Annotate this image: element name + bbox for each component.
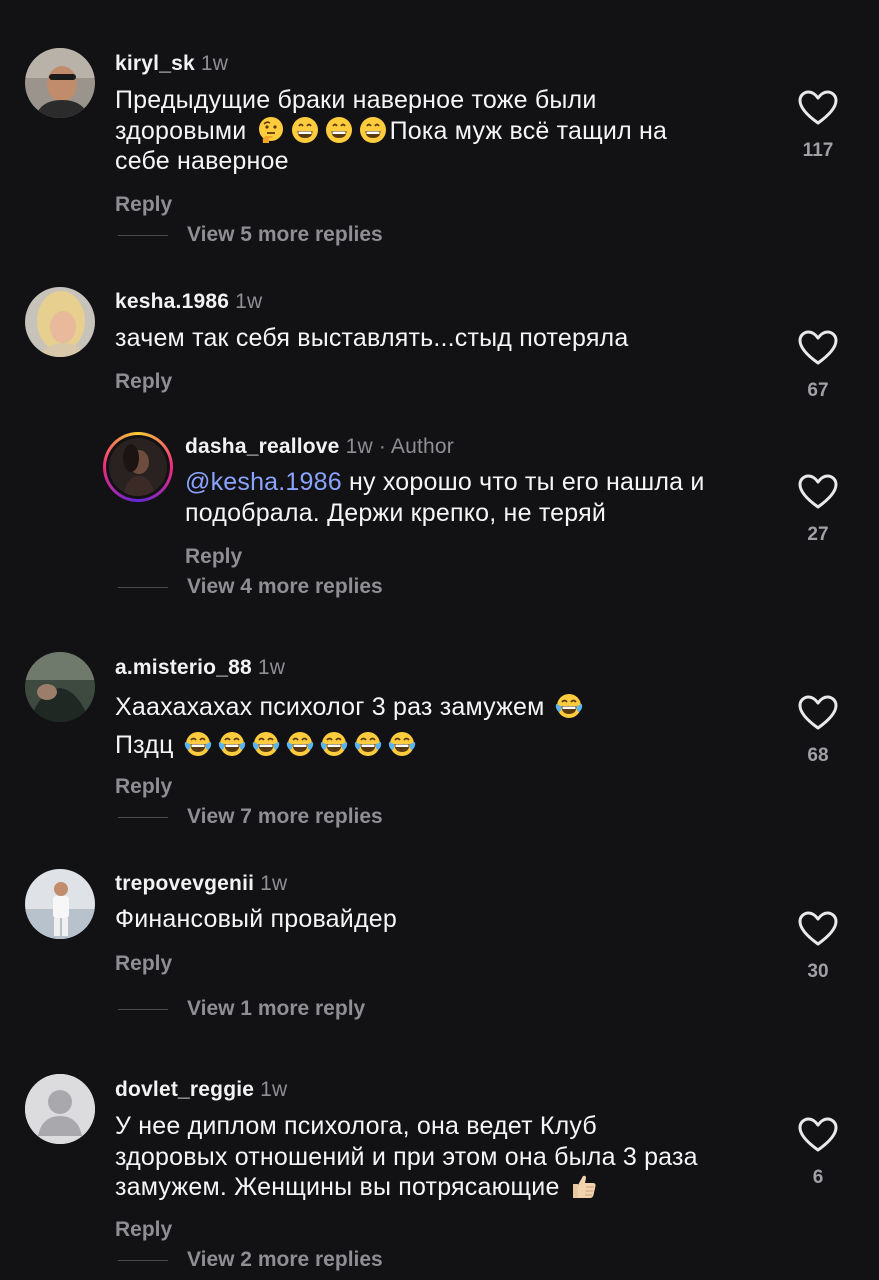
avatar[interactable] xyxy=(25,652,95,722)
view-more-replies-button[interactable]: View 5 more replies xyxy=(187,223,383,247)
heart-icon[interactable] xyxy=(798,911,838,947)
thumbs-up-emoji-icon xyxy=(570,1172,598,1200)
comment-username-row: kiryl_sk 1w xyxy=(115,52,228,76)
comment-text: @kesha.1986 ну хорошо что ты его нашла и… xyxy=(185,468,705,527)
heart-icon[interactable] xyxy=(798,90,838,126)
laughing-emoji-icon xyxy=(354,730,382,758)
comment-username-row: trepovevgenii 1w xyxy=(115,872,287,896)
reply-button[interactable]: Reply xyxy=(115,952,172,976)
like-count: 30 xyxy=(807,961,829,982)
view-more-replies-button[interactable]: View 7 more replies xyxy=(187,805,383,829)
like-count: 67 xyxy=(807,380,829,401)
story-ring[interactable] xyxy=(103,432,173,502)
comment-text: У нее диплом психолога, она ведет Клуб з… xyxy=(115,1112,698,1201)
thinking-emoji-icon xyxy=(257,116,285,144)
avatar xyxy=(109,438,167,496)
avatar[interactable] xyxy=(25,287,95,357)
like-group: 6 xyxy=(788,1117,848,1189)
heart-icon[interactable] xyxy=(798,1117,838,1153)
reply-button[interactable]: Reply xyxy=(115,775,172,799)
username[interactable]: kiryl_sk xyxy=(115,52,195,75)
view-more-replies-button[interactable]: View 1 more reply xyxy=(187,997,365,1021)
divider-line xyxy=(118,587,168,588)
username[interactable]: trepovevgenii xyxy=(115,872,254,895)
timestamp: 1w xyxy=(200,52,229,75)
comment-username-row: kesha.1986 1w xyxy=(115,290,262,314)
comment-text: зачем так себя выставлять...стыд потерял… xyxy=(115,324,629,352)
timestamp: 1w xyxy=(260,872,288,895)
like-group: 117 xyxy=(788,90,848,162)
heart-icon[interactable] xyxy=(798,330,838,366)
heart-icon[interactable] xyxy=(798,695,838,731)
timestamp: 1w xyxy=(257,656,286,679)
divider-line xyxy=(118,1009,168,1010)
like-group: 30 xyxy=(788,911,848,983)
like-group: 67 xyxy=(788,330,848,402)
laughing-emoji-icon xyxy=(388,730,416,758)
mention-link[interactable]: @kesha.1986 xyxy=(185,468,342,496)
author-badge: · Author xyxy=(372,435,454,458)
username[interactable]: a.misterio_88 xyxy=(115,656,252,679)
laughing-emoji-icon xyxy=(184,730,212,758)
reply-button[interactable]: Reply xyxy=(185,545,242,569)
default-avatar-icon xyxy=(25,1074,95,1144)
like-group: 27 xyxy=(788,474,848,546)
like-count: 6 xyxy=(812,1167,824,1188)
comment-text: Предыдущие браки наверное тоже были здор… xyxy=(115,86,668,175)
timestamp: 1w xyxy=(345,435,373,458)
like-group: 68 xyxy=(788,695,848,767)
divider-line xyxy=(118,1260,168,1261)
reply-button[interactable]: Reply xyxy=(115,193,172,217)
comment-text: Финансовый провайдер xyxy=(115,905,397,933)
laughing-emoji-icon xyxy=(218,730,246,758)
username[interactable]: kesha.1986 xyxy=(115,290,229,313)
laughing-emoji-icon xyxy=(286,730,314,758)
like-count: 117 xyxy=(802,140,834,161)
avatar[interactable] xyxy=(25,48,95,118)
username[interactable]: dasha_reallove xyxy=(185,435,340,458)
comment-username-row: dasha_reallove 1w · Author xyxy=(185,435,454,459)
view-more-replies-button[interactable]: View 4 more replies xyxy=(187,575,383,599)
divider-line xyxy=(118,235,168,236)
username[interactable]: dovlet_reggie xyxy=(115,1078,254,1101)
comment-username-row: dovlet_reggie 1w xyxy=(115,1078,287,1102)
reply-button[interactable]: Reply xyxy=(115,370,172,394)
grinning-emoji-icon xyxy=(359,116,387,144)
grinning-emoji-icon xyxy=(291,116,319,144)
laughing-emoji-icon xyxy=(320,730,348,758)
laughing-emoji-icon xyxy=(555,692,583,720)
view-more-replies-button[interactable]: View 2 more replies xyxy=(187,1248,383,1272)
timestamp: 1w xyxy=(260,1078,288,1101)
avatar[interactable] xyxy=(25,869,95,939)
grinning-emoji-icon xyxy=(325,116,353,144)
timestamp: 1w xyxy=(235,290,263,313)
like-count: 27 xyxy=(807,524,829,545)
comment-username-row: a.misterio_88 1w xyxy=(115,656,285,680)
reply-button[interactable]: Reply xyxy=(115,1218,172,1242)
like-count: 68 xyxy=(807,745,829,766)
comment-text: Хаахахахах психолог 3 раз замужем Пздц xyxy=(115,688,755,764)
divider-line xyxy=(118,817,168,818)
heart-icon[interactable] xyxy=(798,474,838,510)
avatar[interactable] xyxy=(25,1074,95,1144)
laughing-emoji-icon xyxy=(252,730,280,758)
